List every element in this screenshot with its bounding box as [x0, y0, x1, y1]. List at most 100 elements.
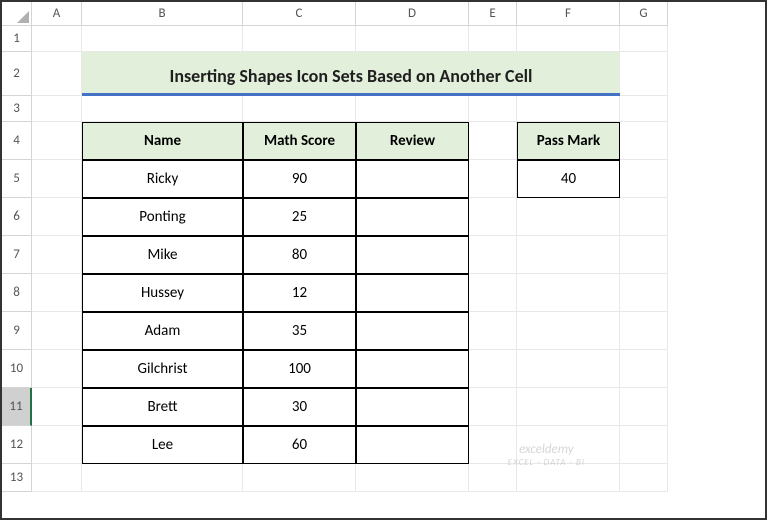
table-row[interactable]: 25: [243, 198, 356, 236]
cell[interactable]: [32, 96, 82, 122]
cell[interactable]: [356, 96, 469, 122]
table-row[interactable]: Gilchrist: [82, 350, 243, 388]
cell[interactable]: [469, 426, 517, 464]
cell[interactable]: [620, 160, 668, 198]
cell[interactable]: [620, 122, 668, 160]
pass-mark-value[interactable]: 40: [517, 160, 620, 198]
table-row[interactable]: Mike: [82, 236, 243, 274]
cell[interactable]: [620, 350, 668, 388]
cell[interactable]: [469, 464, 517, 492]
cell[interactable]: [517, 198, 620, 236]
cell[interactable]: [32, 52, 82, 96]
table-row[interactable]: 60: [243, 426, 356, 464]
cell[interactable]: [469, 350, 517, 388]
title-cell[interactable]: Inserting Shapes Icon Sets Based on Anot…: [82, 52, 620, 96]
row-header-12[interactable]: 12: [2, 426, 32, 464]
cell[interactable]: [356, 26, 469, 52]
cell[interactable]: [469, 236, 517, 274]
cell[interactable]: [517, 236, 620, 274]
cell[interactable]: [469, 274, 517, 312]
cell[interactable]: [32, 198, 82, 236]
select-all-corner[interactable]: [2, 2, 32, 26]
row-header-8[interactable]: 8: [2, 274, 32, 312]
table-row[interactable]: [356, 426, 469, 464]
cell[interactable]: [517, 426, 620, 464]
cell[interactable]: [356, 464, 469, 492]
table-row[interactable]: 30: [243, 388, 356, 426]
cell[interactable]: [243, 96, 356, 122]
cell[interactable]: [517, 464, 620, 492]
row-header-9[interactable]: 9: [2, 312, 32, 350]
cell[interactable]: [620, 96, 668, 122]
cell[interactable]: [620, 388, 668, 426]
table-row[interactable]: 100: [243, 350, 356, 388]
spreadsheet-grid[interactable]: A B C D E F G 1 2 Inserting Shapes Icon …: [2, 2, 765, 492]
cell[interactable]: [469, 198, 517, 236]
cell[interactable]: [517, 388, 620, 426]
cell[interactable]: [469, 96, 517, 122]
row-header-1[interactable]: 1: [2, 26, 32, 52]
col-header-D[interactable]: D: [356, 2, 469, 26]
row-header-3[interactable]: 3: [2, 96, 32, 122]
table-row[interactable]: [356, 198, 469, 236]
row-header-13[interactable]: 13: [2, 464, 32, 492]
cell[interactable]: [32, 274, 82, 312]
cell[interactable]: [32, 464, 82, 492]
row-header-6[interactable]: 6: [2, 198, 32, 236]
col-header-G[interactable]: G: [620, 2, 668, 26]
col-header-B[interactable]: B: [82, 2, 243, 26]
row-header-5[interactable]: 5: [2, 160, 32, 198]
row-header-7[interactable]: 7: [2, 236, 32, 274]
cell[interactable]: [517, 96, 620, 122]
row-header-2[interactable]: 2: [2, 52, 32, 96]
cell[interactable]: [243, 464, 356, 492]
table-row[interactable]: Hussey: [82, 274, 243, 312]
cell[interactable]: [82, 26, 243, 52]
cell[interactable]: [517, 26, 620, 52]
table-header-score[interactable]: Math Score: [243, 122, 356, 160]
table-row[interactable]: Ponting: [82, 198, 243, 236]
table-row[interactable]: Ricky: [82, 160, 243, 198]
col-header-F[interactable]: F: [517, 2, 620, 26]
table-row[interactable]: 80: [243, 236, 356, 274]
cell[interactable]: [469, 122, 517, 160]
cell[interactable]: [469, 26, 517, 52]
cell[interactable]: [32, 122, 82, 160]
table-row[interactable]: Brett: [82, 388, 243, 426]
table-row[interactable]: 35: [243, 312, 356, 350]
cell[interactable]: [82, 96, 243, 122]
table-row[interactable]: [356, 388, 469, 426]
table-row[interactable]: [356, 236, 469, 274]
cell[interactable]: [620, 26, 668, 52]
cell[interactable]: [620, 52, 668, 96]
cell[interactable]: [32, 388, 82, 426]
table-row[interactable]: [356, 350, 469, 388]
cell[interactable]: [517, 312, 620, 350]
cell[interactable]: [620, 236, 668, 274]
cell[interactable]: [32, 26, 82, 52]
cell[interactable]: [32, 426, 82, 464]
row-header-11[interactable]: 11: [2, 388, 32, 426]
cell[interactable]: [32, 160, 82, 198]
cell[interactable]: [469, 160, 517, 198]
cell[interactable]: [243, 26, 356, 52]
col-header-C[interactable]: C: [243, 2, 356, 26]
table-row[interactable]: 12: [243, 274, 356, 312]
cell[interactable]: [469, 388, 517, 426]
table-row[interactable]: [356, 312, 469, 350]
cell[interactable]: [620, 464, 668, 492]
table-row[interactable]: 90: [243, 160, 356, 198]
table-row[interactable]: [356, 160, 469, 198]
cell[interactable]: [620, 426, 668, 464]
col-header-E[interactable]: E: [469, 2, 517, 26]
cell[interactable]: [82, 464, 243, 492]
table-row[interactable]: Lee: [82, 426, 243, 464]
table-header-review[interactable]: Review: [356, 122, 469, 160]
cell[interactable]: [620, 274, 668, 312]
table-row[interactable]: [356, 274, 469, 312]
cell[interactable]: [469, 312, 517, 350]
table-row[interactable]: Adam: [82, 312, 243, 350]
pass-mark-label[interactable]: Pass Mark: [517, 122, 620, 160]
cell[interactable]: [620, 198, 668, 236]
cell[interactable]: [517, 274, 620, 312]
